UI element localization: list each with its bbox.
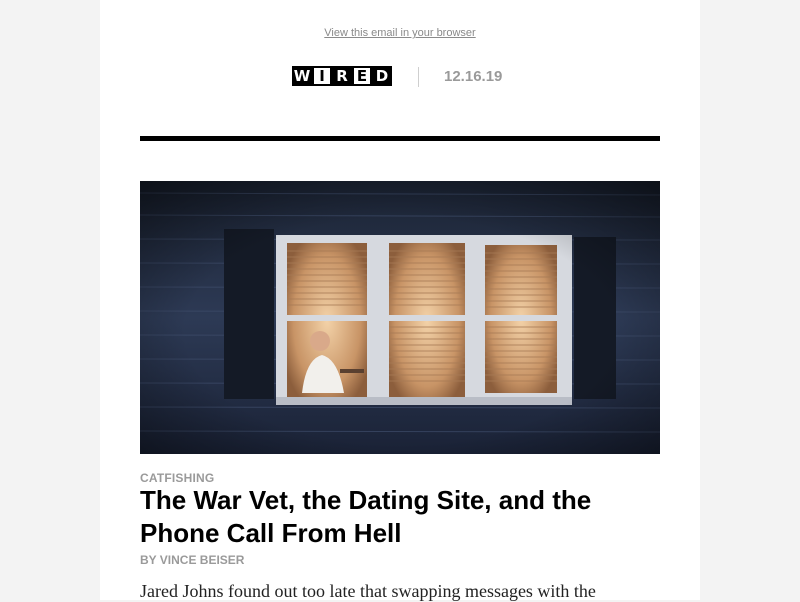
masthead: W I R E D 12.16.19 (100, 64, 700, 90)
logo-letter-d: D (372, 66, 392, 86)
article-kicker[interactable]: CATFISHING (140, 471, 214, 485)
hero-photo-illustration (140, 181, 660, 454)
article-excerpt: Jared Johns found out too late that swap… (140, 581, 596, 601)
masthead-divider (418, 67, 419, 87)
header-rule (140, 136, 660, 141)
article-headline[interactable]: The War Vet, the Dating Site, and the Ph… (140, 484, 660, 550)
logo-letter-r: R (332, 66, 352, 86)
article-byline: BY VINCE BEISER (140, 553, 245, 567)
wired-logo[interactable]: W I R E D (292, 66, 392, 88)
hero-image[interactable] (140, 181, 660, 454)
logo-letter-w: W (292, 66, 312, 86)
email-container: View this email in your browser W I R E … (100, 0, 700, 601)
logo-letter-i: I (312, 66, 332, 86)
view-in-browser-link[interactable]: View this email in your browser (100, 27, 700, 39)
issue-date: 12.16.19 (444, 68, 503, 85)
logo-letter-e: E (352, 66, 372, 86)
